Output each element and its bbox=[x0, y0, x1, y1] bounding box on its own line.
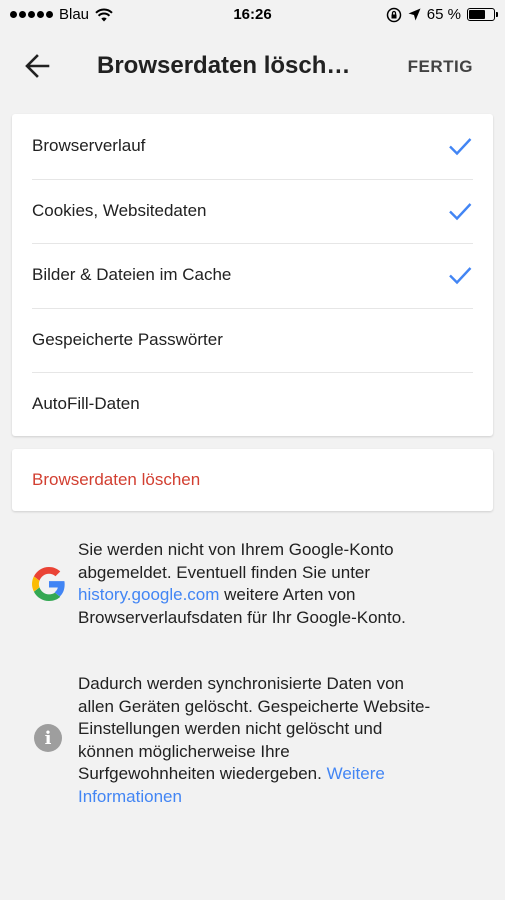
option-label: Browserverlauf bbox=[32, 136, 146, 156]
options-card: Browserverlauf Cookies, Websitedaten Bilde… bbox=[12, 114, 493, 436]
page-title: Browserdaten lösch… bbox=[97, 52, 351, 79]
check-icon bbox=[449, 267, 472, 285]
google-logo-icon bbox=[32, 567, 65, 601]
sync-info-line: können möglicherweise Ihre bbox=[78, 741, 290, 761]
clear-browsing-data-button[interactable]: Browserdaten löschen bbox=[12, 449, 493, 511]
sync-info-line: allen Geräten gelöscht. Gespeicherte Web… bbox=[78, 696, 431, 716]
status-bar: Blau 16:26 65 % bbox=[0, 0, 505, 30]
option-row[interactable]: Browserverlauf bbox=[12, 114, 493, 179]
done-button[interactable]: FERTIG bbox=[408, 57, 473, 77]
sync-info-line: Informationen bbox=[78, 786, 478, 809]
option-label: AutoFill-Daten bbox=[32, 394, 140, 414]
back-button[interactable] bbox=[20, 50, 56, 82]
status-bar-right: 65 % bbox=[386, 6, 498, 23]
more-info-link-continued[interactable]: Informationen bbox=[78, 787, 182, 806]
check-icon bbox=[449, 202, 472, 220]
sync-info-line: Einstellungen werden nicht gelöscht und bbox=[78, 719, 383, 738]
sync-info-text-fragment: Surfgewohnheiten wiedergeben. bbox=[78, 764, 327, 783]
battery-level-fill bbox=[469, 10, 485, 19]
google-info-text-fragment: weitere Arten von bbox=[219, 585, 356, 604]
sync-info-line: Dadurch werden synchronisierte Daten von bbox=[78, 674, 405, 693]
option-row[interactable]: AutoFill-Daten bbox=[12, 372, 493, 437]
battery-icon bbox=[467, 8, 498, 21]
info-icon: i bbox=[34, 724, 62, 752]
app-bar: Browserdaten lösch… FERTIG bbox=[0, 30, 505, 102]
google-info-text: Sie werden nicht von Ihrem Google-Konto … bbox=[78, 539, 478, 629]
location-arrow-icon bbox=[408, 8, 421, 21]
option-row[interactable]: Bilder & Dateien im Cache bbox=[12, 243, 493, 308]
sync-info-text: Dadurch werden synchronisierte Daten von… bbox=[78, 673, 478, 808]
back-arrow-icon bbox=[25, 54, 50, 78]
option-label: Bilder & Dateien im Cache bbox=[32, 265, 232, 285]
option-row[interactable]: Cookies, Websitedaten bbox=[12, 178, 493, 244]
google-info-line: history.google.com weitere Arten von bbox=[78, 584, 478, 607]
history-link[interactable]: history.google.com bbox=[78, 585, 219, 604]
battery-percent: 65 % bbox=[426, 6, 461, 23]
clear-card: Browserdaten löschen bbox=[12, 449, 493, 511]
option-label: Gespeicherte Passwörter bbox=[32, 329, 223, 349]
google-info-line: Browserverlaufsdaten für Ihr Google-Kont… bbox=[78, 607, 406, 627]
rotation-lock-icon bbox=[386, 7, 402, 22]
more-info-link[interactable]: Weitere bbox=[327, 764, 385, 783]
option-row[interactable]: Gespeicherte Passwörter bbox=[12, 307, 493, 373]
check-icon bbox=[449, 138, 472, 156]
option-label: Cookies, Websitedaten bbox=[32, 200, 207, 220]
google-info-line: Sie werden nicht von Ihrem Google-Konto bbox=[78, 540, 394, 559]
google-info-line: abgemeldet. Eventuell finden Sie unter bbox=[78, 562, 371, 582]
sync-info-line: Surfgewohnheiten wiedergeben. Weitere bbox=[78, 763, 478, 786]
